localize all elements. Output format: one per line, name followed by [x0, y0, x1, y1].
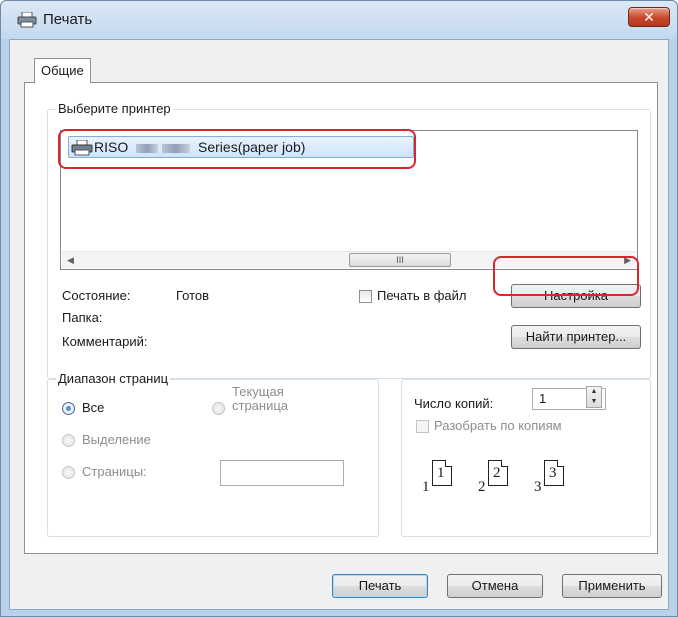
radio-all-label: Все: [82, 400, 105, 415]
scroll-left-icon[interactable]: ◀: [67, 255, 74, 266]
printer-name: RISO Series(paper job): [94, 139, 305, 155]
page-number: 3: [549, 465, 557, 481]
close-button[interactable]: ✕: [628, 7, 670, 27]
radio-current-page: [212, 402, 225, 415]
scroll-right-icon[interactable]: ▶: [624, 255, 631, 266]
folder-label: Папка:: [62, 310, 103, 325]
print-dialog: Печать ✕ Общие Выберите принтер RISO Ser…: [0, 0, 678, 617]
tab-label: Общие: [41, 63, 84, 78]
cancel-button[interactable]: Отмена: [447, 574, 543, 598]
select-printer-group: Выберите принтер RISO Series(paper job): [47, 101, 651, 379]
print-to-file-checkbox[interactable]: [359, 290, 372, 303]
general-tab-panel: Выберите принтер RISO Series(paper job): [24, 82, 658, 554]
status-value: Готов: [176, 288, 210, 303]
horizontal-scrollbar[interactable]: ◀ III ▶: [62, 251, 636, 268]
cancel-button-label: Отмена: [471, 578, 519, 593]
copies-group: Число копий: 1 Разобрать по копиям 1 1 2…: [401, 379, 651, 537]
radio-selection-label: Выделение: [82, 432, 151, 447]
dialog-client-area: Общие Выберите принтер RISO Series(paper…: [9, 39, 669, 610]
comment-label: Комментарий:: [62, 334, 148, 349]
copies-spinner[interactable]: ▲ ▼: [586, 386, 602, 408]
redacted-model: [136, 143, 159, 153]
redacted-model: [162, 143, 191, 153]
page-range-group: Диапазон страниц Все Текущая страница Вы…: [47, 371, 379, 537]
collate-checkbox[interactable]: [416, 420, 429, 433]
radio-pages[interactable]: [62, 466, 75, 479]
apply-button[interactable]: Применить: [562, 574, 662, 598]
page-range-legend: Диапазон страниц: [56, 371, 171, 387]
print-button[interactable]: Печать: [332, 574, 428, 598]
page-number: 3: [534, 479, 542, 495]
pages-input[interactable]: [220, 460, 344, 486]
printer-list[interactable]: RISO Series(paper job) ◀ III ▶: [60, 130, 638, 270]
copies-count-value: 1: [539, 391, 547, 406]
scroll-thumb-grip: III: [396, 255, 404, 265]
printer-name-suffix: Series(paper job): [198, 139, 306, 155]
page-number: 1: [437, 465, 445, 481]
scroll-thumb[interactable]: III: [349, 253, 451, 267]
find-printer-button[interactable]: Найти принтер...: [511, 325, 641, 349]
apply-button-label: Применить: [578, 578, 646, 593]
radio-current-page-label-line2: страница: [232, 398, 289, 413]
collate-label: Разобрать по копиям: [434, 418, 562, 433]
spin-up-icon[interactable]: ▲: [587, 387, 601, 397]
settings-button[interactable]: Настройка: [511, 284, 641, 308]
radio-pages-label: Страницы:: [82, 464, 147, 479]
print-button-label: Печать: [358, 578, 402, 593]
printer-icon: [17, 12, 37, 28]
page-number: 2: [478, 479, 486, 495]
tab-general[interactable]: Общие: [34, 58, 91, 83]
printer-icon: [71, 140, 93, 156]
printer-name-prefix: RISO: [94, 139, 129, 155]
copies-count-label: Число копий:: [414, 396, 494, 411]
radio-current-page-label-line1: Текущая: [232, 384, 284, 399]
printer-list-item[interactable]: RISO Series(paper job): [68, 136, 414, 158]
close-icon: ✕: [643, 9, 655, 25]
title-bar: Печать ✕: [1, 1, 677, 39]
radio-all[interactable]: [62, 402, 75, 415]
window-title: Печать: [43, 11, 93, 28]
settings-button-label: Настройка: [544, 288, 608, 303]
page-number: 1: [422, 479, 430, 495]
select-printer-legend: Выберите принтер: [56, 101, 173, 117]
find-printer-button-label: Найти принтер...: [525, 329, 627, 344]
status-label: Состояние:: [62, 288, 131, 303]
page-number: 2: [493, 465, 501, 481]
spin-down-icon[interactable]: ▼: [587, 397, 601, 407]
radio-selection: [62, 434, 75, 447]
print-to-file-label: Печать в файл: [377, 288, 467, 303]
